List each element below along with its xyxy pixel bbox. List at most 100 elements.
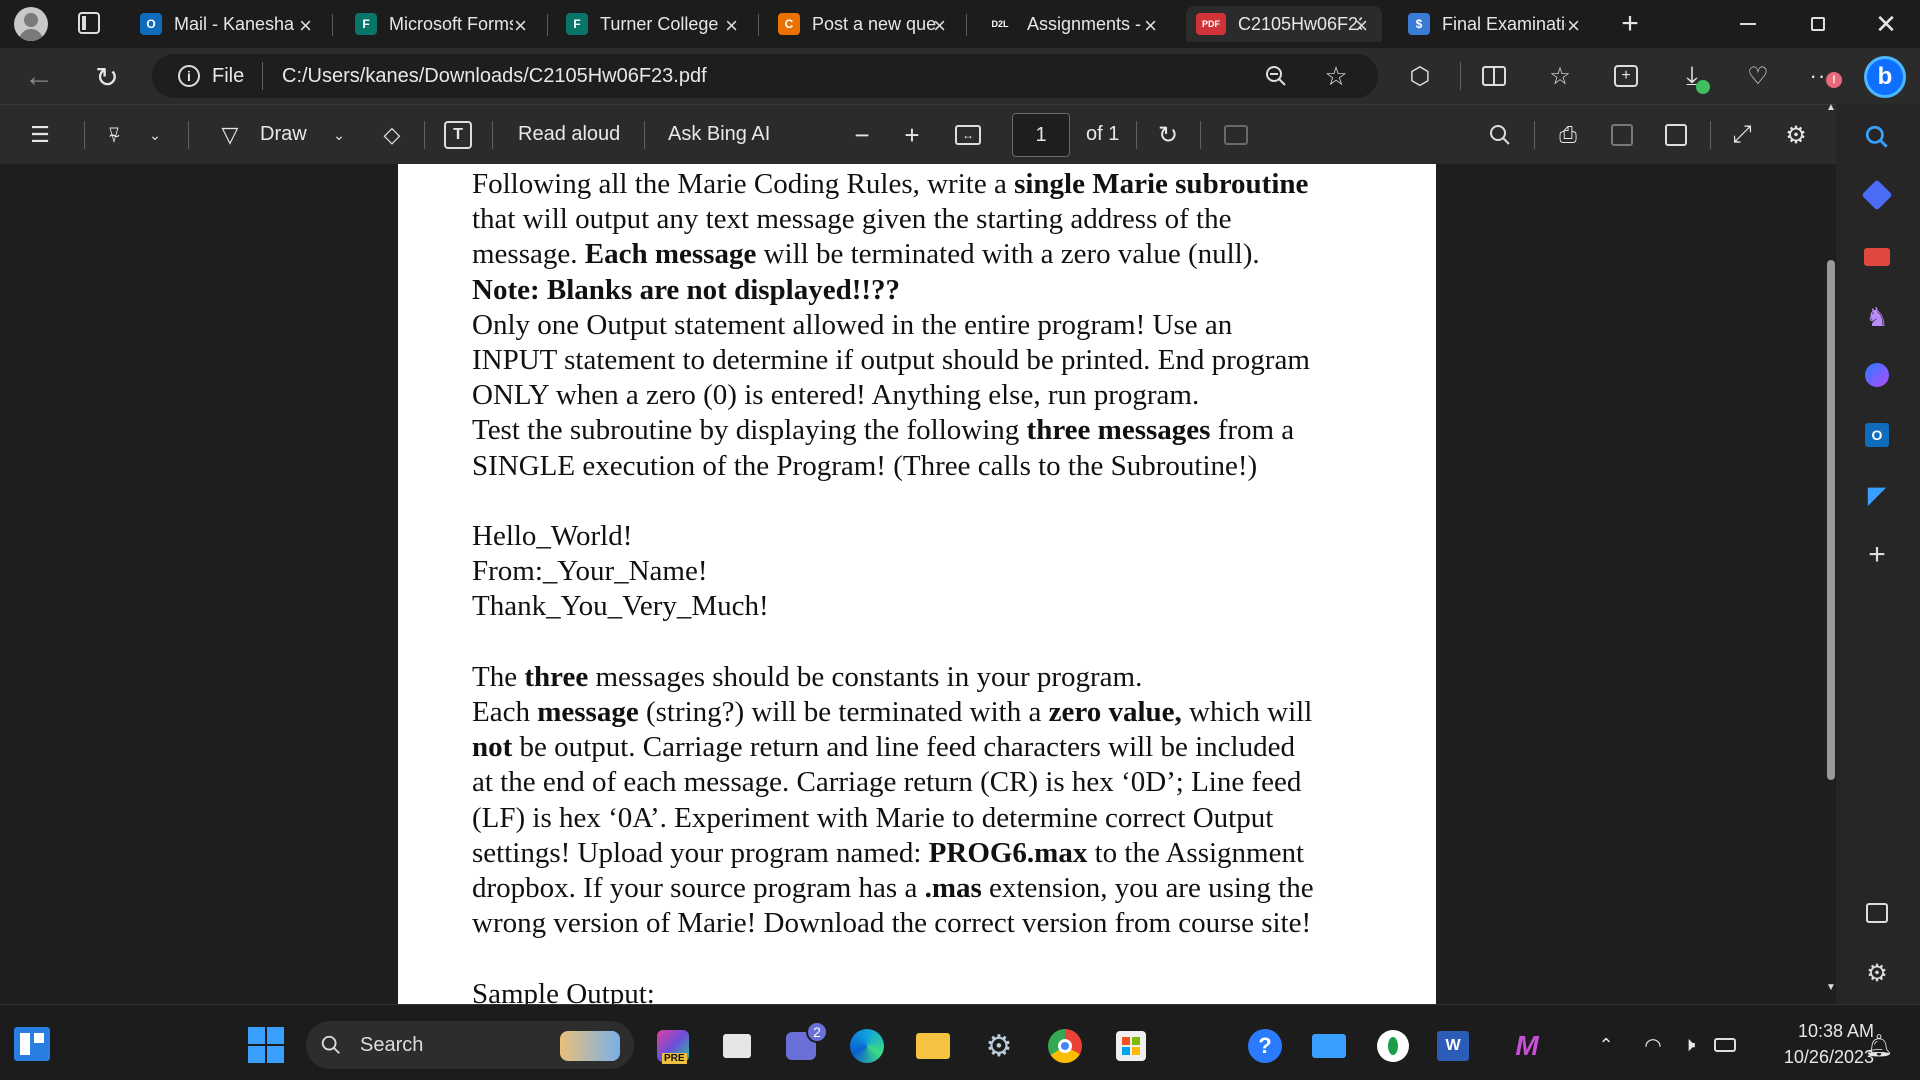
refresh-button[interactable]: ↻ (90, 60, 124, 94)
scrollbar-thumb[interactable] (1827, 260, 1835, 780)
scroll-up-arrow[interactable]: ▲ (1826, 100, 1836, 114)
toolbar-divider (1534, 121, 1535, 149)
close-tab-icon[interactable]: × (299, 13, 312, 39)
close-tab-icon[interactable]: × (1144, 13, 1157, 39)
copilot-app-icon[interactable] (1862, 360, 1892, 390)
text-run: at the end of each message. Carriage ret… (472, 766, 1302, 799)
shopping-tag-icon[interactable] (1861, 179, 1893, 211)
settings-app-icon[interactable]: ⚙ (980, 1027, 1018, 1065)
tab-3[interactable]: F Turner College × (556, 6, 752, 42)
tab-5[interactable]: D2L Assignments - × (975, 6, 1171, 42)
pdf-page: Following all the Marie Coding Rules, wr… (398, 164, 1436, 1004)
favorites-icon[interactable]: ☆ (1544, 60, 1576, 92)
new-tab-button[interactable]: + (1612, 6, 1648, 42)
split-screen-icon[interactable] (1478, 60, 1510, 92)
tools-icon[interactable] (1862, 242, 1892, 272)
taskbar-search-box[interactable]: Search (306, 1021, 634, 1069)
word-icon[interactable]: W (1434, 1027, 1472, 1065)
print-icon[interactable]: ⎙ (1554, 121, 1582, 149)
file-explorer-icon[interactable] (914, 1027, 952, 1065)
wifi-icon[interactable]: ◠ (1640, 1033, 1666, 1057)
search-icon[interactable] (1862, 122, 1892, 152)
add-sidebar-app-icon[interactable]: + (1862, 538, 1892, 571)
highlight-icon[interactable]: ⍫ (100, 121, 128, 149)
zoom-in-button[interactable]: + (898, 120, 926, 150)
add-text-icon[interactable]: T (444, 121, 472, 149)
windows-start-icon[interactable] (248, 1027, 284, 1063)
hide-sidebar-icon[interactable] (1862, 898, 1892, 928)
tab-6[interactable]: PDF C2105Hw06F23 × (1186, 6, 1382, 42)
sidebar-settings-gear-icon[interactable]: ⚙ (1862, 958, 1892, 988)
minimize-button[interactable] (1730, 6, 1766, 42)
mail-icon[interactable] (1310, 1027, 1348, 1065)
help-icon[interactable]: ? (1246, 1027, 1284, 1065)
clock-date[interactable]: 10/26/2023 (1754, 1047, 1874, 1068)
marie-app-icon[interactable]: M (1508, 1027, 1546, 1065)
performance-heart-icon[interactable]: ♡ (1742, 60, 1774, 92)
close-tab-icon[interactable]: × (1355, 13, 1368, 39)
page-view-icon[interactable] (1222, 121, 1250, 149)
address-bar[interactable]: i File C:/Users/kanes/Downloads/C2105Hw0… (152, 54, 1378, 98)
clock-time[interactable]: 10:38 AM (1774, 1021, 1874, 1042)
battery-icon[interactable] (1712, 1035, 1738, 1055)
chevron-up-icon[interactable]: ⌃ (1594, 1033, 1618, 1057)
profile-avatar[interactable] (14, 7, 48, 41)
extensions-icon[interactable]: ⬡ (1404, 60, 1436, 92)
store-icon[interactable] (1112, 1027, 1150, 1065)
zoom-out-button[interactable]: − (848, 120, 876, 150)
outlook-icon[interactable]: O (1862, 420, 1892, 450)
chevron-down-icon[interactable]: ⌄ (330, 123, 348, 147)
page-number-input[interactable]: 1 (1012, 113, 1070, 157)
fit-width-icon[interactable]: ↔ (954, 121, 982, 149)
text-run: The (472, 660, 525, 693)
text-run: Each (472, 696, 538, 728)
workspaces-icon[interactable] (78, 12, 100, 34)
bing-copilot-icon[interactable]: b (1864, 56, 1906, 98)
restore-button[interactable] (1800, 6, 1836, 42)
notification-bell-icon[interactable]: 🔔︎ (1865, 1033, 1893, 1059)
draw-icon[interactable]: ▽ (216, 121, 244, 149)
app-leaf-icon[interactable] (1374, 1027, 1412, 1065)
text-line: at the end of each message. Carriage ret… (472, 766, 1301, 799)
close-window-button[interactable]: ✕ (1868, 6, 1904, 42)
favorite-star-icon[interactable]: ☆ (1322, 61, 1350, 91)
pdf-settings-gear-icon[interactable]: ⚙ (1782, 121, 1810, 149)
tab-7[interactable]: $ Final Examination× (1398, 6, 1594, 42)
d2l-icon: D2L (985, 13, 1015, 35)
widgets-icon[interactable] (14, 1027, 50, 1061)
table-of-contents-icon[interactable]: ☰ (26, 121, 54, 149)
chrome-icon[interactable] (1046, 1027, 1084, 1065)
close-tab-icon[interactable]: × (514, 13, 527, 39)
scrollbar-track[interactable]: ▲ ▼ (1826, 102, 1836, 1004)
close-tab-icon[interactable]: × (1567, 13, 1580, 39)
back-button[interactable]: ← (22, 60, 56, 94)
toolbar-divider (644, 121, 645, 149)
save-icon[interactable] (1608, 121, 1636, 149)
text-line: not be output. Carriage return and line … (472, 731, 1295, 764)
edge-taskbar-icon[interactable] (848, 1027, 886, 1065)
send-icon[interactable]: ◤ (1862, 480, 1892, 510)
ask-bing-button[interactable]: Ask Bing AI (668, 123, 770, 146)
close-tab-icon[interactable]: × (933, 13, 946, 39)
info-icon[interactable]: i (178, 65, 200, 87)
tab-2[interactable]: F Microsoft Forms × (345, 6, 541, 42)
save-as-icon[interactable] (1662, 121, 1690, 149)
rotate-icon[interactable]: ↻ (1154, 121, 1182, 149)
scroll-down-arrow[interactable]: ▼ (1826, 980, 1836, 994)
games-icon[interactable]: ♞ (1862, 302, 1892, 332)
tab-4[interactable]: C Post a new question× (768, 6, 960, 42)
url-text[interactable]: C:/Users/kanes/Downloads/C2105Hw06F23.pd… (282, 65, 707, 88)
fullscreen-icon[interactable]: ⤢ (1728, 121, 1756, 149)
zoom-icon[interactable] (1262, 62, 1290, 90)
task-view-icon[interactable] (718, 1027, 756, 1065)
chevron-down-icon[interactable]: ⌄ (146, 123, 164, 147)
read-aloud-button[interactable]: Read aloud (518, 123, 620, 146)
search-icon[interactable] (1486, 121, 1514, 149)
volume-muted-icon[interactable]: 🕨 (1676, 1033, 1702, 1057)
text-line: settings! Upload your program named: PRO… (472, 837, 1304, 870)
close-tab-icon[interactable]: × (725, 13, 738, 39)
tab-1[interactable]: O Mail - Kanesha × (130, 6, 326, 42)
draw-label[interactable]: Draw (260, 123, 307, 146)
collections-icon[interactable]: + (1610, 60, 1642, 92)
erase-icon[interactable]: ◇ (378, 121, 406, 149)
